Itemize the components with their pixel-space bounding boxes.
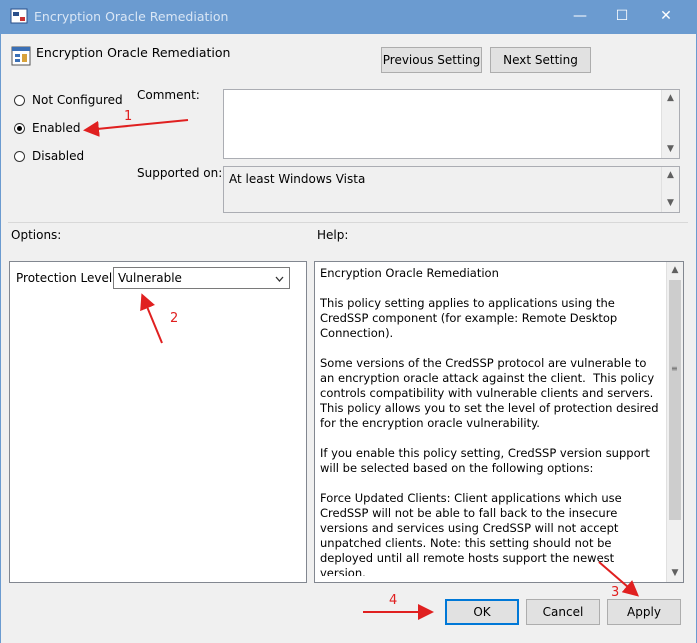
window-title: Encryption Oracle Remediation bbox=[34, 9, 229, 24]
maximize-icon[interactable]: ☐ bbox=[608, 6, 636, 26]
help-scrollbar[interactable]: ▲ ≡ ▼ bbox=[666, 262, 683, 582]
annotation-number-1: 1 bbox=[124, 109, 133, 124]
supported-on-box: At least Windows Vista ▲ ▼ bbox=[223, 166, 680, 213]
setting-title: Encryption Oracle Remediation bbox=[36, 45, 231, 60]
options-label: Options: bbox=[11, 228, 62, 242]
radio-circle-checked[interactable] bbox=[14, 122, 25, 134]
supported-on-value: At least Windows Vista bbox=[229, 172, 366, 186]
radio-circle[interactable] bbox=[14, 94, 25, 106]
scroll-down-icon[interactable]: ▼ bbox=[662, 141, 679, 158]
ok-button[interactable]: OK bbox=[445, 599, 519, 625]
radio-disabled[interactable]: Disabled bbox=[14, 149, 84, 163]
scroll-up-icon[interactable]: ▲ bbox=[667, 262, 683, 279]
comment-scrollbar[interactable]: ▲ ▼ bbox=[661, 90, 679, 158]
title-bar: Encryption Oracle Remediation — ☐ ✕ bbox=[0, 0, 697, 34]
protection-level-dropdown[interactable]: Vulnerable bbox=[113, 267, 290, 289]
annotation-number-2: 2 bbox=[170, 311, 179, 326]
cancel-button[interactable]: Cancel bbox=[526, 599, 600, 625]
apply-button[interactable]: Apply bbox=[607, 599, 681, 625]
supported-on-label: Supported on: bbox=[137, 166, 223, 180]
scroll-up-icon[interactable]: ▲ bbox=[662, 167, 679, 184]
protection-level-label: Protection Level: bbox=[16, 271, 117, 285]
grip-icon: ≡ bbox=[671, 364, 678, 373]
previous-setting-button[interactable]: Previous Setting bbox=[381, 47, 482, 73]
minimize-icon[interactable]: — bbox=[566, 6, 594, 26]
scroll-down-icon[interactable]: ▼ bbox=[667, 565, 683, 582]
dropdown-value: Vulnerable bbox=[118, 271, 182, 285]
help-panel: Encryption Oracle Remediation This polic… bbox=[314, 261, 684, 583]
options-panel: Protection Level: Vulnerable bbox=[9, 261, 307, 583]
help-label: Help: bbox=[317, 228, 349, 242]
policy-setting-icon bbox=[11, 46, 31, 66]
radio-label: Enabled bbox=[32, 121, 81, 135]
radio-enabled[interactable]: Enabled bbox=[14, 121, 81, 135]
scroll-thumb[interactable] bbox=[669, 280, 681, 520]
help-text: Encryption Oracle Remediation This polic… bbox=[320, 266, 659, 576]
close-icon[interactable]: ✕ bbox=[652, 6, 680, 26]
scroll-down-icon[interactable]: ▼ bbox=[662, 195, 679, 212]
divider bbox=[8, 222, 688, 223]
next-setting-button[interactable]: Next Setting bbox=[490, 47, 591, 73]
radio-label: Not Configured bbox=[32, 93, 123, 107]
radio-circle[interactable] bbox=[14, 150, 25, 162]
radio-not-configured[interactable]: Not Configured bbox=[14, 93, 123, 107]
comment-label: Comment: bbox=[137, 88, 200, 102]
scroll-up-icon[interactable]: ▲ bbox=[662, 90, 679, 107]
chevron-down-icon[interactable] bbox=[275, 276, 284, 282]
annotation-number-4: 4 bbox=[389, 593, 398, 608]
annotation-number-3: 3 bbox=[611, 585, 620, 600]
policy-app-icon bbox=[10, 8, 28, 24]
radio-label: Disabled bbox=[32, 149, 85, 163]
supported-scrollbar[interactable]: ▲ ▼ bbox=[661, 167, 679, 212]
comment-textarea[interactable]: ▲ ▼ bbox=[223, 89, 680, 159]
